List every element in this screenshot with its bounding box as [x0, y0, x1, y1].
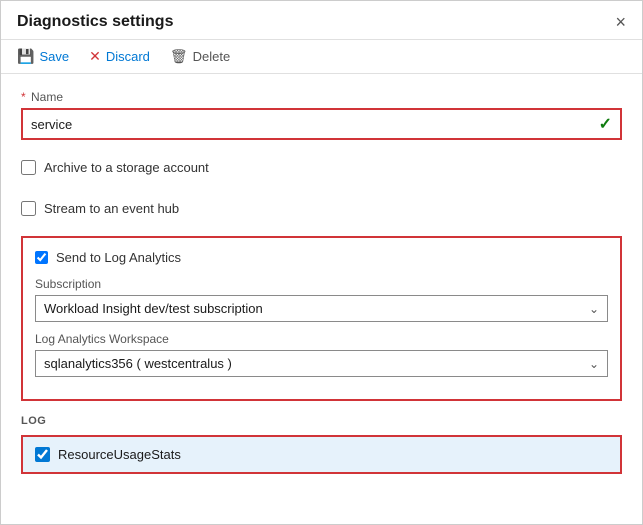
stream-label: Stream to an event hub: [44, 201, 179, 216]
stream-row: Stream to an event hub: [21, 195, 622, 222]
subscription-label: Subscription: [35, 277, 608, 291]
delete-icon: 🗑: [170, 48, 188, 65]
resource-usage-stats-label: ResourceUsageStats: [58, 447, 181, 462]
toolbar: 💾 Save ✕ Discard 🗑 Delete: [1, 40, 642, 74]
subscription-dropdown[interactable]: Workload Insight dev/test subscription ⌄: [35, 295, 608, 322]
log-analytics-checkbox[interactable]: [35, 251, 48, 264]
archive-row: Archive to a storage account: [21, 154, 622, 181]
workspace-dropdown[interactable]: sqlanalytics356 ( westcentralus ) ⌄: [35, 350, 608, 377]
subscription-chevron-icon: ⌄: [589, 302, 599, 316]
name-input[interactable]: [31, 117, 599, 132]
required-star: *: [21, 90, 26, 104]
dialog-title: Diagnostics settings: [17, 13, 173, 31]
save-icon: 💾: [17, 48, 34, 65]
log-section-label: LOG: [21, 415, 622, 427]
name-valid-icon: ✓: [599, 114, 612, 134]
dialog-header: Diagnostics settings ×: [1, 1, 642, 40]
log-analytics-checkbox-row: Send to Log Analytics: [35, 250, 608, 265]
workspace-value: sqlanalytics356 ( westcentralus ): [44, 356, 232, 371]
name-input-wrapper: ✓: [21, 108, 622, 140]
delete-label: Delete: [193, 49, 231, 64]
discard-button[interactable]: ✕ Discard: [89, 48, 150, 65]
content-area: * Name ✓ Archive to a storage account St…: [1, 74, 642, 524]
log-box: ResourceUsageStats: [21, 435, 622, 474]
archive-checkbox[interactable]: [21, 160, 36, 175]
log-section: LOG ResourceUsageStats: [21, 415, 622, 474]
workspace-chevron-icon: ⌄: [589, 357, 599, 371]
workspace-label: Log Analytics Workspace: [35, 332, 608, 346]
stream-checkbox[interactable]: [21, 201, 36, 216]
discard-icon: ✕: [89, 48, 101, 65]
diagnostics-settings-dialog: Diagnostics settings × 💾 Save ✕ Discard …: [0, 0, 643, 525]
name-field-group: * Name ✓: [21, 90, 622, 140]
close-button[interactable]: ×: [615, 13, 626, 31]
name-label: * Name: [21, 90, 622, 104]
workspace-field: Log Analytics Workspace sqlanalytics356 …: [35, 332, 608, 377]
log-row: ResourceUsageStats: [23, 437, 620, 472]
subscription-value: Workload Insight dev/test subscription: [44, 301, 263, 316]
save-button[interactable]: 💾 Save: [17, 48, 69, 65]
log-analytics-section: Send to Log Analytics Subscription Workl…: [21, 236, 622, 401]
log-analytics-label: Send to Log Analytics: [56, 250, 181, 265]
save-label: Save: [39, 49, 69, 64]
resource-usage-stats-checkbox[interactable]: [35, 447, 50, 462]
discard-label: Discard: [106, 49, 150, 64]
delete-button[interactable]: 🗑 Delete: [170, 48, 230, 65]
subscription-field: Subscription Workload Insight dev/test s…: [35, 277, 608, 322]
archive-label: Archive to a storage account: [44, 160, 209, 175]
